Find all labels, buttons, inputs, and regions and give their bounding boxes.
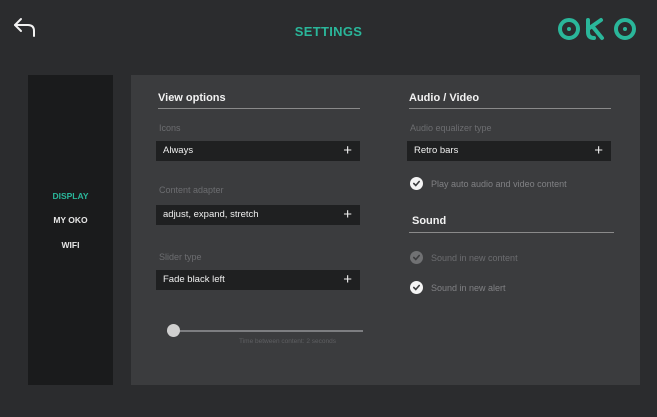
autoplay-label: Play auto audio and video content	[431, 178, 567, 189]
view-options-divider	[158, 108, 360, 109]
slider-thumb[interactable]	[167, 324, 180, 337]
content-adapter-select[interactable]: adjust, expand, stretch +	[156, 205, 360, 225]
sound-heading: Sound	[412, 215, 447, 227]
audio-video-divider	[409, 108, 611, 109]
sound-new-alert-checkbox[interactable]: Sound in new alert	[410, 281, 506, 294]
slider-type-select-value: Fade black left	[163, 274, 225, 285]
equalizer-select-value: Retro bars	[414, 145, 459, 156]
sidebar: DISPLAY MY OKO WIFI	[28, 75, 113, 385]
autoplay-checkbox[interactable]: Play auto audio and video content	[410, 177, 567, 190]
audio-video-heading: Audio / Video	[409, 92, 480, 104]
check-icon	[410, 281, 423, 294]
sidebar-item-wifi[interactable]: WIFI	[28, 240, 113, 250]
icons-select[interactable]: Always +	[156, 141, 360, 161]
icons-label: Icons	[159, 123, 181, 133]
icons-select-value: Always	[163, 145, 194, 156]
sidebar-item-display[interactable]: DISPLAY	[28, 191, 113, 201]
check-icon	[410, 177, 423, 190]
sound-new-content-label: Sound in new content	[431, 252, 518, 263]
equalizer-label: Audio equalizer type	[410, 123, 492, 133]
check-icon	[410, 251, 423, 264]
slider-track[interactable]	[167, 330, 363, 332]
plus-icon: +	[343, 142, 352, 159]
plus-icon: +	[343, 206, 352, 223]
sound-divider	[409, 232, 614, 233]
plus-icon: +	[594, 142, 603, 159]
top-bar: SETTINGS	[0, 0, 657, 62]
sidebar-item-my-oko[interactable]: MY OKO	[28, 215, 113, 225]
oko-logo	[557, 16, 639, 42]
slider-caption: Time between content: 2 seconds	[239, 338, 336, 345]
plus-icon: +	[343, 271, 352, 288]
slider-type-select[interactable]: Fade black left +	[156, 270, 360, 290]
sound-new-alert-label: Sound in new alert	[431, 282, 506, 293]
content-adapter-select-value: adjust, expand, stretch	[163, 209, 259, 220]
equalizer-select[interactable]: Retro bars +	[407, 141, 611, 161]
settings-panel: View options Icons Always + Content adap…	[131, 75, 640, 385]
content-adapter-label: Content adapter	[159, 185, 224, 195]
sound-new-content-checkbox[interactable]: Sound in new content	[410, 251, 518, 264]
slider-type-label: Slider type	[159, 252, 202, 262]
view-options-heading: View options	[158, 92, 226, 104]
